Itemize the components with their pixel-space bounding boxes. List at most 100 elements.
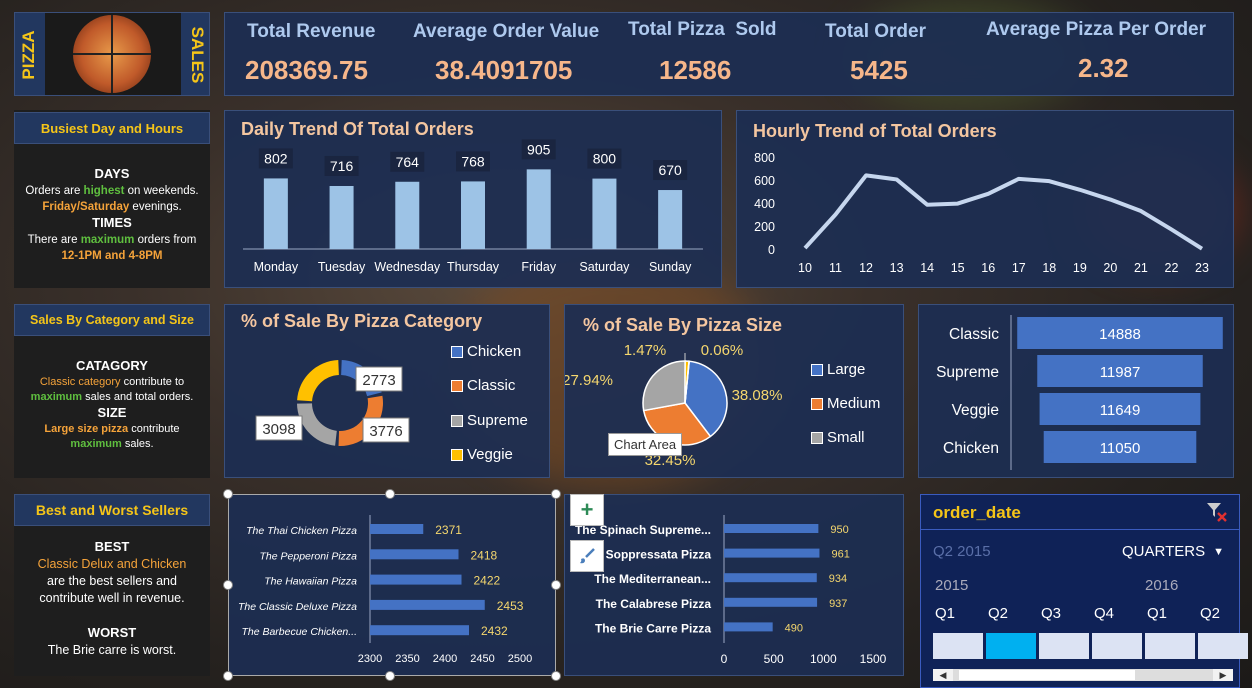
year-2016: 2016 bbox=[1145, 577, 1179, 594]
resize-handle[interactable] bbox=[551, 671, 561, 681]
daily-trend-panel[interactable]: Daily Trend Of Total Orders 802 Monday 716… bbox=[224, 110, 722, 288]
bar bbox=[724, 548, 820, 558]
kpi-label-total-pizza-sold: Total Pizza Sold bbox=[628, 19, 777, 40]
x-tick-label: 14 bbox=[920, 261, 934, 275]
worst-sellers-panel[interactable]: 950 The Spinach Supreme... 961 The Soppress… bbox=[564, 494, 904, 676]
resize-handle[interactable] bbox=[385, 489, 395, 499]
x-tick-label: 1000 bbox=[810, 652, 837, 666]
times-title: TIMES bbox=[92, 215, 132, 230]
kpi-value-avg-order-value: 38.4091705 bbox=[435, 55, 573, 85]
legend-medium: Medium bbox=[811, 395, 880, 412]
data-label: 764 bbox=[396, 154, 420, 170]
y-tick-label: 0 bbox=[768, 243, 775, 257]
category-total-panel[interactable]: 14888 Classic 11987 Supreme 11649 Veggie 11050… bbox=[918, 304, 1234, 478]
bar bbox=[370, 549, 459, 560]
category-size-text: CATAGORY Classic category contribute to … bbox=[30, 358, 194, 450]
resize-handle[interactable] bbox=[223, 671, 233, 681]
chart-elements-button[interactable]: + bbox=[570, 494, 604, 526]
category-total-chart: 14888 Classic 11987 Supreme 11649 Veggie 11050… bbox=[936, 315, 1223, 470]
size-pie-panel[interactable]: % of Sale By Pizza Size 38.08% 32.45% 27.9… bbox=[564, 304, 904, 478]
resize-handle[interactable] bbox=[551, 580, 561, 590]
data-label: 716 bbox=[330, 158, 354, 174]
data-label: 3098 bbox=[262, 421, 295, 438]
kpi-value-avg-pizza-per-order: 2.32 bbox=[1078, 53, 1129, 83]
resize-handle[interactable] bbox=[223, 580, 233, 590]
bar-sunday bbox=[658, 190, 683, 249]
clear-filter-button[interactable] bbox=[1205, 501, 1229, 523]
bar bbox=[724, 597, 818, 607]
data-label: 2371 bbox=[435, 523, 462, 537]
quarter-q1[interactable]: Q1 bbox=[933, 605, 983, 661]
category-label: Classic bbox=[949, 326, 999, 343]
data-label: 800 bbox=[593, 151, 617, 167]
quarter-label: Q1 bbox=[1147, 605, 1168, 622]
x-tick-label: 10 bbox=[798, 261, 812, 275]
data-label: 0.06% bbox=[701, 342, 744, 359]
best-sellers-panel[interactable]: 2371 The Thai Chicken Pizza 2418 The Pepper… bbox=[228, 494, 556, 676]
legend-large: Large bbox=[811, 361, 865, 378]
resize-handle[interactable] bbox=[385, 671, 395, 681]
scroll-right-arrow[interactable]: ▶ bbox=[1213, 669, 1233, 681]
x-tick-label: 2400 bbox=[433, 653, 457, 665]
legend-chicken: Chicken bbox=[451, 343, 521, 360]
quarter-label: Q3 bbox=[1041, 605, 1062, 622]
bar bbox=[370, 599, 485, 610]
legend-supreme: Supreme bbox=[451, 412, 528, 429]
x-tick-label: Sunday bbox=[649, 260, 692, 274]
quarter-q3[interactable]: Q3 bbox=[1039, 605, 1089, 661]
scroll-left-arrow[interactable]: ◀ bbox=[933, 669, 953, 681]
quarter-q4[interactable]: Q4 bbox=[1092, 605, 1142, 661]
busiest-text: DAYS Orders are highest on weekends. Fri… bbox=[25, 166, 199, 262]
chart-styles-button[interactable] bbox=[570, 540, 604, 572]
x-tick-label: Wednesday bbox=[374, 260, 441, 274]
category-label: The Barbecue Chicken... bbox=[241, 626, 357, 638]
bar-tuesday bbox=[329, 185, 354, 249]
order-date-slicer[interactable]: order_date Q2 2015 QUARTERS ▼ 2015 2016 … bbox=[920, 494, 1248, 688]
x-tick-label: 21 bbox=[1134, 261, 1148, 275]
x-tick-label: 17 bbox=[1012, 261, 1026, 275]
resize-handle[interactable] bbox=[551, 489, 561, 499]
chart-area-tooltip: Chart Area bbox=[608, 433, 683, 456]
quarter-bar bbox=[986, 633, 1036, 659]
legend-veggie: Veggie bbox=[451, 446, 513, 463]
x-tick-label: 2300 bbox=[358, 653, 382, 665]
category-label: The Brie Carre Pizza bbox=[595, 621, 711, 635]
x-tick-label: 11 bbox=[829, 261, 842, 275]
time-level-dropdown[interactable]: QUARTERS ▼ bbox=[1122, 543, 1224, 560]
y-tick-label: 200 bbox=[754, 220, 775, 234]
quarter-bar bbox=[1039, 633, 1089, 659]
quarter-bar bbox=[1145, 633, 1195, 659]
legend-classic: Classic bbox=[451, 377, 515, 394]
data-label: 1.47% bbox=[624, 342, 667, 359]
bar-friday bbox=[526, 169, 551, 249]
resize-handle[interactable] bbox=[223, 489, 233, 499]
x-tick-label: 2500 bbox=[508, 653, 532, 665]
data-label: 490 bbox=[785, 622, 803, 634]
bar-monday bbox=[263, 178, 288, 249]
x-tick-label: 2350 bbox=[395, 653, 419, 665]
days-title: DAYS bbox=[94, 166, 130, 181]
quarter-q2[interactable]: Q2 bbox=[986, 605, 1036, 661]
bar bbox=[370, 625, 469, 636]
data-label: 11987 bbox=[1100, 364, 1141, 381]
hourly-trend-panel[interactable]: Hourly Trend of Total Orders 800 600 400 20… bbox=[736, 110, 1234, 288]
best-title: BEST bbox=[94, 539, 130, 554]
clear-filter-icon bbox=[1207, 503, 1227, 522]
quarter-timeline[interactable]: Q1 Q2 Q3 Q4 Q1 Q2 bbox=[933, 605, 1248, 661]
quarter-q1[interactable]: Q1 bbox=[1145, 605, 1195, 661]
data-label: 38.08% bbox=[732, 387, 783, 404]
bar bbox=[724, 524, 819, 533]
x-tick-label: Monday bbox=[254, 260, 299, 274]
x-tick-label: Friday bbox=[521, 260, 556, 274]
x-tick-label: 23 bbox=[1195, 261, 1209, 275]
category-donut-panel[interactable]: % of Sale By Pizza Category 2773 3776 3098… bbox=[224, 304, 550, 478]
category-label: The Thai Chicken Pizza bbox=[246, 525, 357, 537]
scroll-thumb[interactable] bbox=[959, 670, 1135, 680]
timeline-scrollbar[interactable]: ◀ ▶ bbox=[933, 669, 1233, 681]
donut-slice-supreme bbox=[297, 403, 337, 446]
bar-wednesday bbox=[395, 181, 420, 249]
slicer-selection-label: Q2 2015 bbox=[933, 543, 991, 560]
bar bbox=[724, 573, 817, 583]
busiest-header: Busiest Day and Hours bbox=[14, 112, 210, 144]
quarter-q2[interactable]: Q2 bbox=[1198, 605, 1248, 661]
